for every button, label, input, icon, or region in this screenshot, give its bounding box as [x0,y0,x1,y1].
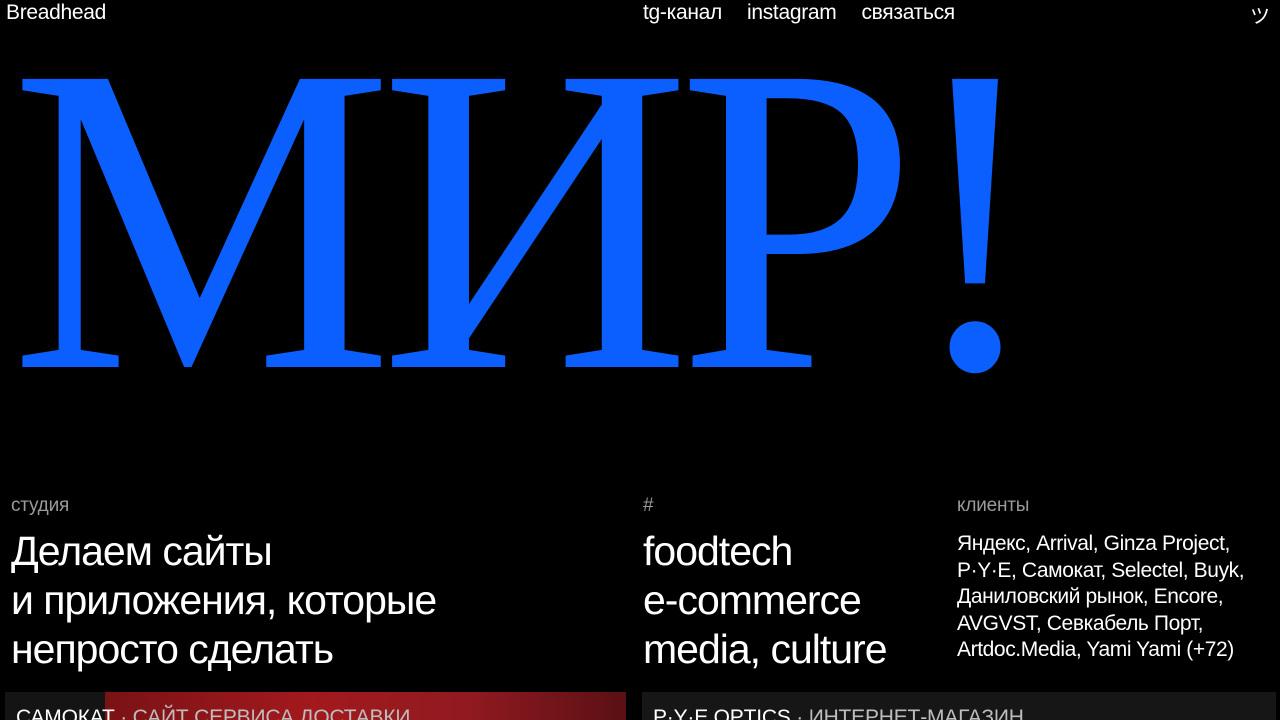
project-card-title: P·Y·E OPTICS · ИНТЕРНЕТ-МАГАЗИН [653,706,1024,720]
clients-label: клиенты [957,495,1030,516]
tags-label: # [643,495,654,516]
clients-line: AVGVST, Севкабель Порт, [957,611,1204,635]
project-name: P·Y·E OPTICS [653,706,791,720]
tag-line: foodtech [643,528,793,574]
project-card-pye-optics[interactable]: P·Y·E OPTICS · ИНТЕРНЕТ-МАГАЗИН [642,692,1276,720]
studio-description: Делаем сайты и приложения, которые непро… [11,527,631,674]
clients-line: Даниловский рынок, Encore, [957,585,1224,608]
tag-line: e-commerce [643,577,862,623]
studio-section: студия Делаем сайты и приложения, которы… [11,495,631,674]
project-name: САМОКАТ [16,706,115,720]
tags-list: foodtech e-commerce media, culture [643,527,943,674]
hero-title: МИР! [10,0,1047,463]
project-description: САЙТ СЕРВИСА ДОСТАВКИ [132,706,411,720]
project-card-title: САМОКАТ · САЙТ СЕРВИСА ДОСТАВКИ [16,706,410,720]
studio-line: и приложения, которые [11,577,437,623]
project-card-samokat[interactable]: САМОКАТ · САЙТ СЕРВИСА ДОСТАВКИ [5,692,626,720]
clients-section: клиенты Яндекс, Arrival, Ginza Project, … [957,495,1272,664]
clients-list: Яндекс, Arrival, Ginza Project, P·Y·E, С… [957,531,1272,664]
studio-line: непросто сделать [11,626,334,672]
clients-line: Artdoc.Media, Yami Yami (+72) [957,638,1234,661]
clients-line: P·Y·E, Самокат, Selectel, Buyk, [957,558,1245,582]
smile-icon[interactable]: ツ [1250,0,1270,29]
tags-section: # foodtech e-commerce media, culture [643,495,943,674]
tag-line: media, culture [643,626,888,672]
project-separator: · [790,706,809,720]
project-description: ИНТЕРНЕТ-МАГАЗИН [808,706,1024,720]
studio-line: Делаем сайты [11,528,273,574]
hero: МИР! [0,0,1280,463]
studio-label: студия [11,495,70,516]
clients-line: Яндекс, Arrival, Ginza Project, [957,532,1230,555]
project-separator: · [114,706,133,720]
